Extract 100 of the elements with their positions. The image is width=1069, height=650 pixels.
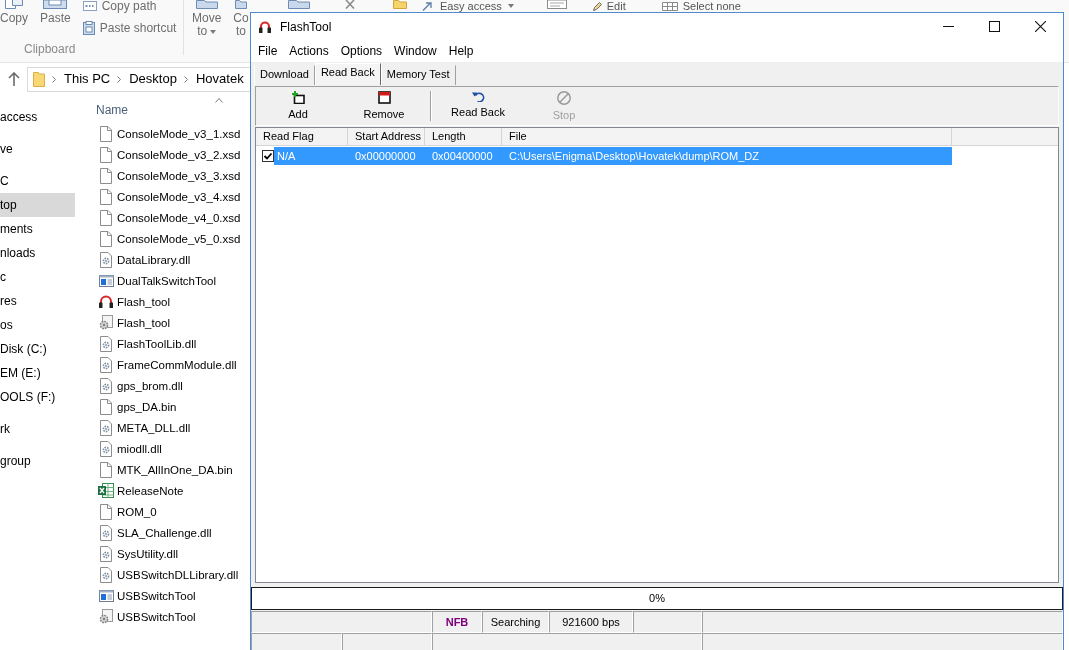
nav-item[interactable]: ments [0, 217, 75, 241]
remove-icon [377, 91, 391, 104]
menu-item[interactable]: Help [442, 40, 480, 62]
table-cell-text: 0x00400000 [431, 149, 494, 164]
breadcrumb[interactable]: Hovatek [195, 71, 244, 87]
table-cell-text: N/A [276, 149, 297, 164]
nav-item[interactable]: group [0, 449, 75, 473]
file-name[interactable]: USBSwitchDLLibrary.dll [117, 567, 239, 582]
document-icon [100, 146, 112, 163]
arrow-up-icon[interactable] [8, 72, 20, 86]
nav-item[interactable]: rk [0, 417, 75, 441]
nav-item[interactable]: C [0, 169, 75, 193]
gear-document-icon [100, 251, 112, 268]
nav-item[interactable]: nloads [0, 241, 75, 265]
file-name[interactable]: FlashToolLib.dll [117, 336, 197, 351]
group-label: Clipboard [24, 43, 77, 55]
add-icon [291, 91, 305, 104]
column-header[interactable]: Name [96, 103, 128, 117]
file-name[interactable]: USBSwitchTool [117, 609, 196, 624]
menu-item[interactable]: Window [388, 40, 443, 62]
file-name[interactable]: miodll.dll [117, 441, 162, 456]
column-header[interactable]: Start Address [348, 128, 425, 145]
window-icon [98, 589, 114, 602]
document-icon [100, 461, 112, 478]
breadcrumb[interactable]: This PC [64, 71, 111, 87]
copy-to-button[interactable]: Co to [233, 0, 249, 62]
file-name[interactable]: ConsoleMode_v5_0.xsd [117, 231, 241, 246]
file-name[interactable]: META_DLL.dll [117, 420, 191, 435]
gear-document-icon [100, 335, 112, 352]
copy-path-button[interactable]: Copy path [82, 0, 177, 12]
gear-document-icon [100, 440, 112, 457]
remove-button[interactable]: Remove [344, 87, 424, 125]
select-none-button[interactable]: Select none [661, 0, 741, 12]
read-back-button[interactable]: Read Back [438, 87, 518, 125]
headphones-icon [99, 295, 113, 308]
menu-item[interactable]: File [252, 40, 284, 62]
checkbox[interactable] [262, 150, 274, 162]
nav-item[interactable]: EM (E:) [0, 361, 75, 385]
caret-icon [210, 29, 217, 34]
arrow-icon [422, 1, 434, 11]
maximize-icon [988, 21, 1000, 32]
nav-item[interactable]: Disk (C:) [0, 337, 75, 361]
column-header[interactable]: File [502, 128, 952, 145]
add-button[interactable]: Add [258, 87, 338, 125]
spreadsheet-icon [98, 483, 114, 498]
minimize-icon [942, 26, 954, 27]
easy-access-button[interactable]: Easy access [422, 0, 514, 12]
edit-button[interactable]: Edit [592, 0, 626, 12]
file-name[interactable]: DataLibrary.dll [117, 252, 191, 267]
chevron-right-icon [183, 75, 188, 83]
gear-document-icon [100, 419, 112, 436]
address-bar[interactable]: This PC Desktop Hovatek [27, 66, 251, 92]
file-name[interactable]: SLA_Challenge.dll [117, 525, 212, 540]
file-name[interactable]: ConsoleMode_v3_4.xsd [117, 189, 241, 204]
file-name[interactable]: ConsoleMode_v4_0.xsd [117, 210, 241, 225]
copy-button[interactable]: Copy [0, 0, 28, 36]
paste-shortcut-button[interactable]: Paste shortcut [82, 20, 177, 36]
menu-item[interactable]: Actions [283, 40, 335, 62]
nav-item[interactable]: OOLS (F:) [0, 385, 75, 409]
file-name[interactable]: gps_brom.dll [117, 378, 183, 393]
file-name[interactable]: DualTalkSwitchTool [117, 273, 217, 288]
menu-item[interactable]: Options [334, 40, 389, 62]
file-name[interactable]: gps_DA.bin [117, 399, 177, 414]
paste-button[interactable]: Paste [40, 0, 71, 36]
status-panel: NFB [432, 611, 482, 633]
close-icon [1034, 21, 1046, 32]
file-name[interactable]: FrameCommModule.dll [117, 357, 237, 372]
stop-icon [557, 91, 571, 105]
chevron-right-icon [117, 75, 122, 83]
file-name[interactable]: ReleaseNote [117, 483, 184, 498]
file-name[interactable]: SysUtility.dll [117, 546, 179, 561]
column-header[interactable]: Length [425, 128, 502, 145]
file-name[interactable]: ROM_0 [117, 504, 157, 519]
nav-item[interactable]: os [0, 313, 75, 337]
file-name[interactable]: ConsoleMode_v3_2.xsd [117, 147, 241, 162]
move-to-button[interactable]: Move to [192, 0, 222, 62]
nav-item[interactable]: res [0, 289, 75, 313]
nav-item[interactable]: c [0, 265, 75, 289]
column-header[interactable]: Read Flag [256, 128, 348, 145]
nav-item[interactable]: top [0, 193, 75, 217]
tab[interactable]: Memory Test [380, 65, 456, 85]
status-panel: Searching [482, 611, 549, 633]
tab[interactable]: Download [254, 65, 315, 85]
document-icon [100, 167, 112, 184]
file-name[interactable]: MTK_AllInOne_DA.bin [117, 462, 233, 477]
nav-item[interactable]: access [0, 105, 75, 129]
file-name[interactable]: ConsoleMode_v3_3.xsd [117, 168, 241, 183]
document-icon [100, 125, 112, 142]
nav-item[interactable]: ve [0, 137, 75, 161]
gears-icon [99, 609, 113, 624]
tab[interactable]: Read Back [314, 63, 381, 85]
file-name[interactable]: Flash_tool [117, 315, 171, 330]
document-icon [100, 230, 112, 247]
file-name[interactable]: Flash_tool [117, 294, 171, 309]
gear-document-icon [100, 524, 112, 541]
caret-icon [507, 4, 514, 8]
file-name[interactable]: ConsoleMode_v3_1.xsd [117, 126, 241, 141]
window-icon [98, 274, 114, 287]
file-name[interactable]: USBSwitchTool [117, 588, 196, 603]
breadcrumb[interactable]: Desktop [129, 71, 177, 87]
